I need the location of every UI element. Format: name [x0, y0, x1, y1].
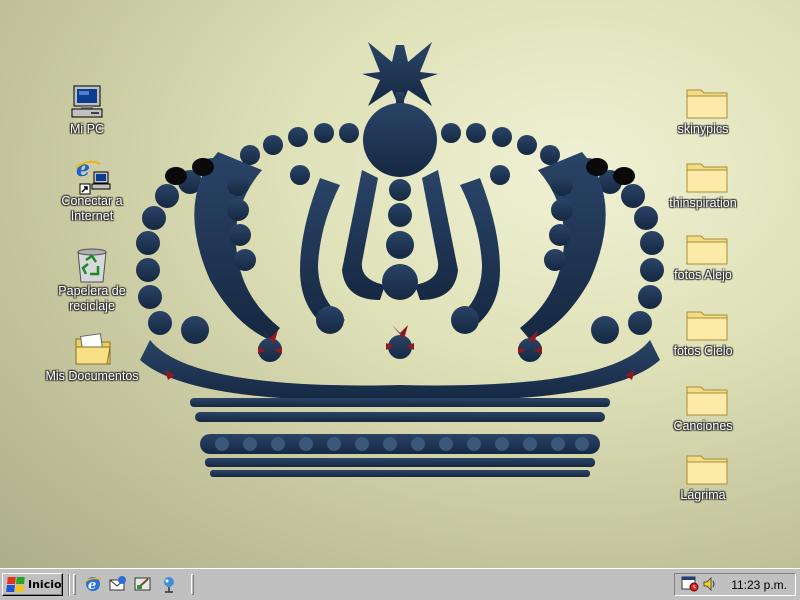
folder-icon: [685, 306, 728, 342]
desktop-icon-lagrima[interactable]: Lágrima: [653, 450, 753, 503]
desktop-icon-fotos-alejo[interactable]: fotos Alejo: [653, 230, 753, 283]
desktop-icon-label: fotos Alejo: [674, 268, 732, 282]
desktop-icon-skinypics[interactable]: skinypics: [653, 84, 753, 137]
taskbar-grip[interactable]: [191, 574, 194, 595]
taskbar-separator: [68, 574, 70, 596]
desktop-icon-conectar-internet[interactable]: e Conectar a Internet: [42, 156, 142, 224]
desktop-icon-mis-documentos[interactable]: Mis Documentos: [42, 331, 142, 384]
clock[interactable]: 11:23 p.m.: [731, 578, 787, 592]
system-tray: 11:23 p.m.: [674, 573, 796, 596]
computer-icon: [69, 84, 105, 120]
start-button[interactable]: Inicio: [2, 573, 63, 596]
desktop-icon-label: Papelera de reciclaje: [58, 284, 126, 313]
documents-folder-icon: [74, 331, 111, 367]
desktop-icon-mi-pc[interactable]: Mi PC: [37, 84, 137, 137]
desktop-icon-canciones[interactable]: Canciones: [653, 381, 753, 434]
folder-icon: [685, 84, 728, 120]
folder-icon: [685, 450, 728, 486]
desktop-icon-label: fotos Cielo: [673, 344, 733, 358]
channels-icon[interactable]: [160, 575, 178, 593]
desktop-icon-papelera-reciclaje[interactable]: Papelera de reciclaje: [42, 246, 142, 314]
internet-explorer-icon[interactable]: e: [84, 575, 102, 593]
desktop-icon-label: skinypics: [677, 122, 729, 136]
folder-icon: [685, 381, 728, 417]
folder-icon: [685, 230, 728, 266]
taskbar: Inicio e 11:23 p.m.: [0, 568, 800, 600]
internet-explorer-icon: e: [74, 156, 111, 195]
svg-text:e: e: [76, 156, 90, 182]
outlook-express-icon[interactable]: [109, 575, 127, 593]
desktop-icon-label: Canciones: [673, 419, 733, 433]
desktop[interactable]: Mi PC e Conectar a Internet Papelera de …: [0, 0, 800, 568]
desktop-icon-label: Lágrima: [680, 488, 726, 502]
desktop-icon-label: thinspiration: [669, 196, 737, 210]
desktop-icon-thinspiration[interactable]: thinspiration: [653, 158, 753, 211]
start-label: Inicio: [28, 578, 62, 591]
desktop-icon-label: Mi PC: [69, 122, 105, 136]
scheduler-icon[interactable]: [681, 576, 699, 592]
windows-logo-icon: [6, 577, 25, 592]
quick-launch-grip[interactable]: [73, 574, 76, 595]
desktop-icon-label: Mis Documentos: [45, 369, 139, 383]
desktop-icon-fotos-cielo[interactable]: fotos Cielo: [653, 306, 753, 359]
show-desktop-icon[interactable]: [134, 575, 152, 593]
volume-icon[interactable]: [702, 576, 718, 592]
folder-icon: [685, 158, 728, 194]
recycle-bin-icon: [74, 246, 110, 283]
desktop-icon-label: Conectar a Internet: [61, 194, 123, 223]
